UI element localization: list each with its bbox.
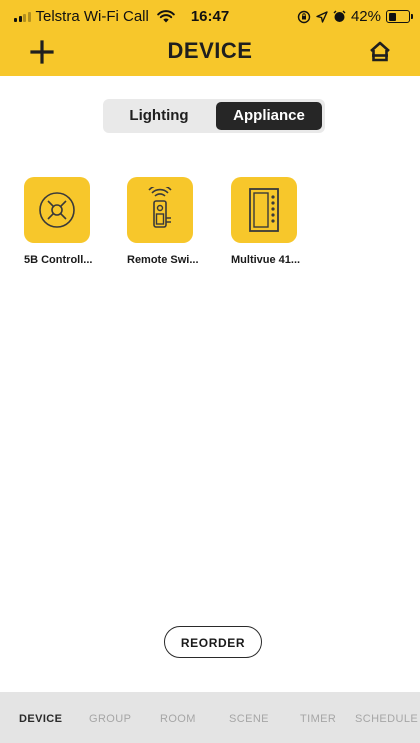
remote-switch-icon bbox=[148, 187, 172, 228]
device-label: Remote Swi... bbox=[127, 254, 199, 266]
category-segmented-control: Lighting Appliance bbox=[103, 99, 325, 133]
device-item-multivue[interactable]: Multivue 41... bbox=[231, 177, 321, 266]
screen-lock-icon bbox=[297, 10, 311, 23]
device-item-remote-switch[interactable]: Remote Swi... bbox=[127, 177, 217, 266]
device-label: Multivue 41... bbox=[231, 254, 301, 266]
home-icon bbox=[370, 41, 390, 62]
battery-percent: 42% bbox=[350, 8, 381, 25]
reorder-button[interactable]: REORDER bbox=[164, 626, 262, 658]
segment-lighting[interactable]: Lighting bbox=[107, 102, 211, 130]
status-right-group: 42% bbox=[297, 8, 413, 25]
device-tile[interactable] bbox=[24, 177, 90, 243]
multivue-panel-icon bbox=[249, 188, 279, 232]
status-bar: Telstra Wi-Fi Call 16:47 42% bbox=[0, 0, 420, 30]
nav-tab-timer[interactable]: TIMER bbox=[300, 713, 336, 725]
page-title: DEVICE bbox=[167, 38, 253, 63]
device-tile[interactable] bbox=[231, 177, 297, 243]
bottom-nav-bar: DEVICE GROUP ROOM SCENE TIMER SCHEDULE bbox=[0, 692, 420, 743]
fan-controller-icon bbox=[39, 192, 75, 228]
nav-tab-group[interactable]: GROUP bbox=[89, 713, 131, 725]
header-bar: Telstra Wi-Fi Call 16:47 42% DEVICE bbox=[0, 0, 420, 76]
device-item-5b-controller[interactable]: 5B Controll... bbox=[24, 177, 114, 266]
nav-tab-room[interactable]: ROOM bbox=[160, 713, 196, 725]
nav-tab-schedule[interactable]: SCHEDULE bbox=[355, 713, 418, 725]
device-label: 5B Controll... bbox=[24, 254, 93, 266]
segment-appliance[interactable]: Appliance bbox=[216, 102, 322, 130]
location-icon bbox=[316, 10, 328, 23]
nav-tab-device[interactable]: DEVICE bbox=[19, 713, 62, 725]
device-tile[interactable] bbox=[127, 177, 193, 243]
nav-tab-scene[interactable]: SCENE bbox=[229, 713, 269, 725]
battery-icon bbox=[386, 10, 413, 23]
home-button[interactable] bbox=[366, 38, 394, 66]
alarm-icon bbox=[333, 10, 346, 22]
